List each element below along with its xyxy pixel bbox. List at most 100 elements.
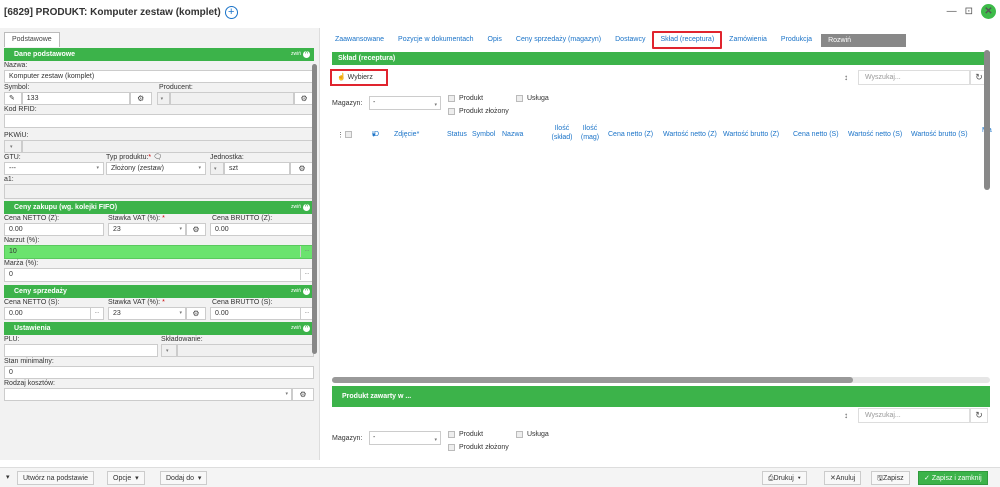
jednostka-settings-button[interactable]: ⚙ (290, 162, 314, 175)
netto-s-field[interactable]: 0.00... (4, 307, 104, 320)
opcje-button[interactable]: Opcje ▾ (107, 471, 145, 485)
wybierz-button[interactable]: ☝ Wybierz (330, 69, 388, 86)
col-wartosc-brutto-z[interactable]: Wartość brutto (Z) (723, 131, 779, 138)
vat-z-label: Stawka VAT (%): * (108, 215, 165, 222)
symbol-field[interactable]: 133 (21, 92, 130, 105)
expand-dropdown[interactable]: ▾ (6, 471, 10, 485)
narzut-field[interactable]: 10... (4, 245, 314, 259)
chk-usluga[interactable]: Usługa (516, 95, 549, 102)
rfid-field[interactable] (4, 114, 314, 128)
producent-field[interactable] (170, 92, 295, 105)
magazyn-select[interactable]: - ▾ (369, 96, 441, 110)
pkwiu-dropdown-button[interactable]: ▾ (4, 140, 22, 153)
tab-opis[interactable]: Opis (481, 33, 509, 47)
restore-button[interactable]: ⊡ (965, 6, 973, 17)
rodzaj-kosztow-select[interactable]: ▾ (4, 388, 292, 401)
a1-field[interactable] (4, 184, 314, 199)
col-ilosc-mag[interactable]: Ilość (mag) (578, 124, 602, 142)
tab-dostawcy[interactable]: Dostawcy (608, 33, 652, 47)
col-ilosc-sklad[interactable]: Ilość (skład) (550, 124, 574, 142)
tab-zaawansowane[interactable]: Zaawansowane (328, 33, 391, 47)
gear-icon: ⚙ (299, 390, 307, 399)
vat-s-select[interactable]: 23 ▾ (108, 307, 186, 320)
zawarty-header: Produkt zawarty w ... (342, 393, 412, 400)
caret-down-icon: ▾ (160, 96, 164, 102)
vat-z-select[interactable]: 23 ▾ (108, 223, 186, 236)
sort-icon[interactable]: ↕ (844, 73, 848, 82)
col-zdjecie[interactable]: Zdjęcie* (394, 131, 419, 138)
info-icon: 🗨 (153, 154, 162, 161)
collapse-button[interactable]: zwiń ^ (291, 48, 310, 61)
col-status[interactable]: Status (447, 131, 467, 138)
tab-ceny-sprzedazy-magazyn[interactable]: Ceny sprzedaży (magazyn) (509, 33, 608, 47)
brutto-s-field[interactable]: 0.00... (210, 307, 314, 320)
col-wartosc-netto-z[interactable]: Wartość netto (Z) (663, 131, 717, 138)
edit-symbol-button[interactable]: ✎ (4, 92, 22, 105)
nazwa-field[interactable]: Komputer zestaw (komplet) (4, 70, 314, 83)
zapisz-i-zamknij-button[interactable]: ✓ Zapisz i zamknij (918, 471, 988, 485)
col-wartosc-brutto-s[interactable]: Wartość brutto (S) (911, 131, 968, 138)
chk-produkt-zlozony[interactable]: Produkt złożony (448, 108, 509, 115)
netto-z-field[interactable]: 0.00 (4, 223, 104, 236)
add-icon[interactable]: + (224, 5, 238, 19)
gear-icon: ⚙ (192, 225, 200, 234)
jednostka-dropdown-button[interactable]: ▾ (210, 162, 224, 175)
col-symbol[interactable]: Symbol (472, 131, 495, 138)
tab-produkcja[interactable]: Produkcja (774, 33, 819, 47)
refresh-icon[interactable]: ↻ (970, 408, 988, 423)
left-scrollbar[interactable] (312, 64, 317, 354)
section-ceny-zakupu: Ceny zakupu (wg. kolejki FIFO) zwiń ^ (4, 201, 314, 214)
drukuj-button[interactable]: ⎙Drukuj ▾ (762, 471, 807, 485)
col-wartosc-netto-s[interactable]: Wartość netto (S) (848, 131, 902, 138)
zawarty-search-input[interactable]: Wyszukaj... (858, 408, 970, 423)
close-button[interactable]: ✕ (981, 4, 996, 19)
chk-usluga[interactable]: Usługa (516, 431, 549, 438)
skladowanie-field[interactable] (177, 344, 314, 357)
producent-dropdown-button[interactable]: ▾ (156, 92, 171, 105)
window-titlebar: [6829] PRODUKT: Komputer zestaw (komplet… (0, 0, 1000, 24)
tab-zamowienia[interactable]: Zamówienia (722, 33, 774, 47)
tab-podstawowe[interactable]: Podstawowe (4, 32, 60, 47)
pkwiu-field[interactable] (22, 140, 314, 153)
stan-min-field[interactable]: 0 (4, 366, 314, 379)
gear-icon: ⚙ (192, 309, 200, 318)
minimize-button[interactable]: — (947, 6, 957, 17)
tab-sklad-receptura[interactable]: Skład (receptura) (652, 31, 723, 49)
sort-icon[interactable]: ↕ (844, 411, 848, 420)
collapse-button[interactable]: zwiń ^ (291, 322, 310, 335)
vat-s-settings-button[interactable]: ⚙ (186, 307, 206, 320)
chk-produkt[interactable]: Produkt (448, 431, 483, 438)
sklad-search-input[interactable]: Wyszukaj... (858, 70, 970, 85)
rozwin-dropdown[interactable]: Rozwiń (821, 33, 907, 47)
utworz-button[interactable]: Utwórz na podstawie (17, 471, 94, 485)
chevron-up-icon: ^ (303, 204, 310, 211)
grid-horizontal-scrollbar[interactable] (332, 377, 853, 383)
vat-z-settings-button[interactable]: ⚙ (186, 223, 206, 236)
koszty-settings-button[interactable]: ⚙ (292, 388, 314, 401)
section-dane-podstawowe: Dane podstawowe zwiń ^ (4, 48, 314, 61)
select-all-checkbox[interactable] (345, 131, 352, 140)
collapse-button[interactable]: zwiń ^ (291, 201, 310, 214)
grid-vertical-scrollbar[interactable] (984, 50, 990, 190)
tab-pozycje[interactable]: Pozycje w dokumentach (391, 33, 480, 47)
chk-produkt[interactable]: Produkt (448, 95, 483, 102)
gtu-select[interactable]: --- ▾ (4, 162, 104, 175)
typ-produktu-select[interactable]: Złożony (zestaw) ▾ (106, 162, 206, 175)
zapisz-button[interactable]: 🖫Zapisz (871, 471, 910, 485)
marza-field[interactable]: 0... (4, 268, 314, 282)
menu-icon[interactable]: ⋮ (337, 131, 344, 139)
brutto-z-field[interactable]: 0.00 (210, 223, 314, 236)
gtu-label: GTU: (4, 154, 21, 161)
collapse-button[interactable]: zwiń ^ (291, 285, 310, 298)
magazyn-select[interactable]: - ▾ (369, 431, 441, 445)
dodaj-do-button[interactable]: Dodaj do ▾ (160, 471, 208, 485)
chk-produkt-zlozony[interactable]: Produkt złożony (448, 444, 509, 451)
col-cena-netto-z[interactable]: Cena netto (Z) (608, 131, 653, 138)
col-nazwa[interactable]: Nazwa (502, 131, 523, 138)
anuluj-button[interactable]: ✕Anuluj (824, 471, 862, 485)
col-cena-netto-s[interactable]: Cena netto (S) (793, 131, 839, 138)
plu-field[interactable] (4, 344, 158, 357)
skladowanie-dropdown-button[interactable]: ▾ (161, 344, 177, 357)
symbol-settings-button[interactable]: ⚙ (129, 92, 152, 105)
jednostka-field[interactable]: szt (224, 162, 290, 175)
